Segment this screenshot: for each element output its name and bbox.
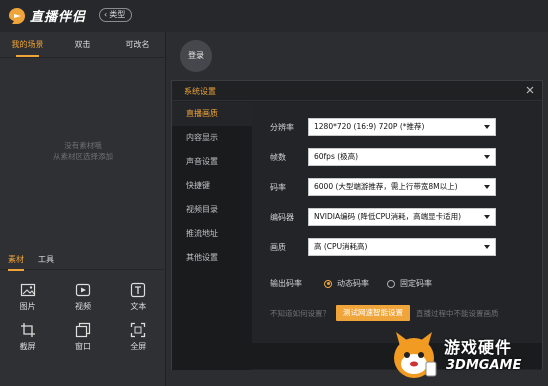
bitrate-value: 6000 (大型端游推荐，需上行带宽8M以上)	[314, 182, 458, 191]
source-window[interactable]: 窗口	[55, 322, 110, 352]
encoder-value: NVIDIA编码 (降低CPU消耗，高端显卡适用)	[314, 212, 462, 221]
source-window-label: 窗口	[74, 342, 91, 351]
quality-value: 高 (CPU消耗高)	[314, 242, 368, 251]
source-fullscreen-label: 全屏	[130, 342, 147, 351]
nav-audio[interactable]: 声音设置	[172, 150, 252, 174]
bitrate-mode-label: 输出码率	[270, 279, 302, 288]
left-panel: 我的场景 双击 可改名 没有素材哦 从素材区选择添加 素材 工具 图片 视频 文…	[0, 32, 166, 386]
resolution-row: 分辨率 1280*720 (16:9) 720P (*推荐)	[270, 118, 496, 136]
scene-tabs: 我的场景 双击 可改名	[0, 32, 165, 58]
nav-other[interactable]: 其他设置	[172, 246, 252, 270]
app-window: 直播伴侣 ‹ 类型 我的场景 双击 可改名 没有素材哦 从素材区选择添加 素材 …	[0, 0, 548, 386]
source-image-label: 图片	[19, 302, 36, 311]
nav-stream-url[interactable]: 推流地址	[172, 222, 252, 246]
mascot-logo-icon	[394, 332, 437, 378]
scene-tab-rename[interactable]: 可改名	[110, 32, 165, 57]
watermark: 游戏硬件 3DMGAME	[386, 328, 546, 384]
title-bar: 直播伴侣 ‹ 类型	[0, 0, 548, 32]
bitrate-row: 码率 6000 (大型端游推荐，需上行带宽8M以上)	[270, 178, 496, 196]
fps-value: 60fps (极高)	[314, 152, 359, 161]
source-video-label: 视频	[74, 302, 91, 311]
resolution-label: 分辨率	[270, 122, 294, 132]
bitrate-label: 码率	[270, 182, 286, 192]
nav-content-display[interactable]: 内容显示	[172, 126, 252, 150]
nav-video-folder[interactable]: 视频目录	[172, 198, 252, 222]
watermark-en: 3DMGAME	[446, 358, 522, 373]
mode-button-label: 类型	[109, 10, 126, 19]
chevron-down-icon	[484, 125, 490, 129]
window-icon	[75, 322, 91, 338]
image-icon	[20, 283, 35, 297]
tab-tools[interactable]: 工具	[38, 252, 54, 269]
mode-button[interactable]: ‹ 类型	[99, 8, 133, 22]
test-speed-button[interactable]: 测试网速智能设置	[336, 305, 410, 321]
bitrate-mode-row: 输出码率 动态码率 固定码率	[270, 278, 432, 289]
login-button[interactable]: 登录	[180, 40, 212, 72]
source-image[interactable]: 图片	[0, 282, 55, 312]
chevron-left-icon: ‹	[104, 10, 108, 19]
encoder-select[interactable]: NVIDIA编码 (降低CPU消耗，高端显卡适用)	[308, 208, 496, 226]
resolution-select[interactable]: 1280*720 (16:9) 720P (*推荐)	[308, 118, 496, 136]
quality-row: 画质 高 (CPU消耗高)	[270, 238, 496, 256]
scene-tab-doubleclick[interactable]: 双击	[55, 32, 110, 57]
dialog-header: 系统设置	[172, 81, 542, 101]
source-crop[interactable]: 截屏	[0, 322, 55, 352]
chevron-down-icon	[484, 215, 490, 219]
nav-stream-quality[interactable]: 直播画质	[172, 102, 252, 126]
quality-label: 画质	[270, 242, 286, 252]
fps-row: 帧数 60fps (极高)	[270, 148, 496, 166]
bitrate-select[interactable]: 6000 (大型端游推荐，需上行带宽8M以上)	[308, 178, 496, 196]
source-grid: 图片 视频 文本 截屏 窗口 全屏	[0, 282, 166, 352]
encoder-row: 编码器 NVIDIA编码 (降低CPU消耗，高端显卡适用)	[270, 208, 496, 226]
fps-label: 帧数	[270, 152, 286, 162]
chevron-down-icon	[484, 155, 490, 159]
empty-hint-line1: 没有素材哦	[64, 141, 102, 150]
crop-icon	[20, 323, 35, 337]
resolution-value: 1280*720 (16:9) 720P (*推荐)	[314, 122, 425, 131]
source-tabs: 素材 工具	[0, 252, 166, 271]
source-text-label: 文本	[130, 302, 147, 311]
help-prefix: 不知道如何设置？	[270, 308, 330, 318]
radio-fixed[interactable]	[387, 279, 395, 288]
radio-dynamic-label: 动态码率	[337, 279, 369, 288]
scene-tab-mine[interactable]: 我的场景	[0, 32, 55, 57]
source-fullscreen[interactable]: 全屏	[111, 322, 166, 352]
video-icon	[75, 283, 91, 297]
empty-scene-hint: 没有素材哦 从素材区选择添加	[0, 140, 166, 162]
close-icon[interactable]	[524, 84, 536, 96]
fullscreen-icon	[131, 322, 146, 338]
logo-icon	[9, 8, 25, 24]
help-suffix: 直播过程中不能设置画质	[416, 308, 499, 318]
nav-hotkeys[interactable]: 快捷键	[172, 174, 252, 198]
app-title: 直播伴侣	[30, 10, 87, 25]
quality-select[interactable]: 高 (CPU消耗高)	[308, 238, 496, 256]
tab-materials[interactable]: 素材	[8, 252, 24, 271]
radio-dynamic[interactable]	[324, 279, 332, 288]
radio-fixed-label: 固定码率	[400, 279, 432, 288]
source-video[interactable]: 视频	[55, 282, 110, 312]
chevron-down-icon	[484, 245, 490, 249]
settings-dialog: 系统设置 直播画质 内容显示 声音设置 快捷键 视频目录 推流地址 其他设置 分…	[171, 80, 543, 370]
encoder-label: 编码器	[270, 212, 294, 222]
source-crop-label: 截屏	[19, 342, 36, 351]
text-icon	[131, 282, 146, 298]
chevron-down-icon	[484, 185, 490, 189]
watermark-cn: 游戏硬件	[444, 338, 513, 357]
settings-nav: 直播画质 内容显示 声音设置 快捷键 视频目录 推流地址 其他设置	[172, 102, 252, 370]
empty-hint-line2: 从素材区选择添加	[53, 152, 113, 161]
source-text[interactable]: 文本	[111, 282, 166, 312]
help-row: 不知道如何设置？ 测试网速智能设置 直播过程中不能设置画质	[270, 305, 499, 321]
fps-select[interactable]: 60fps (极高)	[308, 148, 496, 166]
dialog-title: 系统设置	[184, 87, 216, 96]
